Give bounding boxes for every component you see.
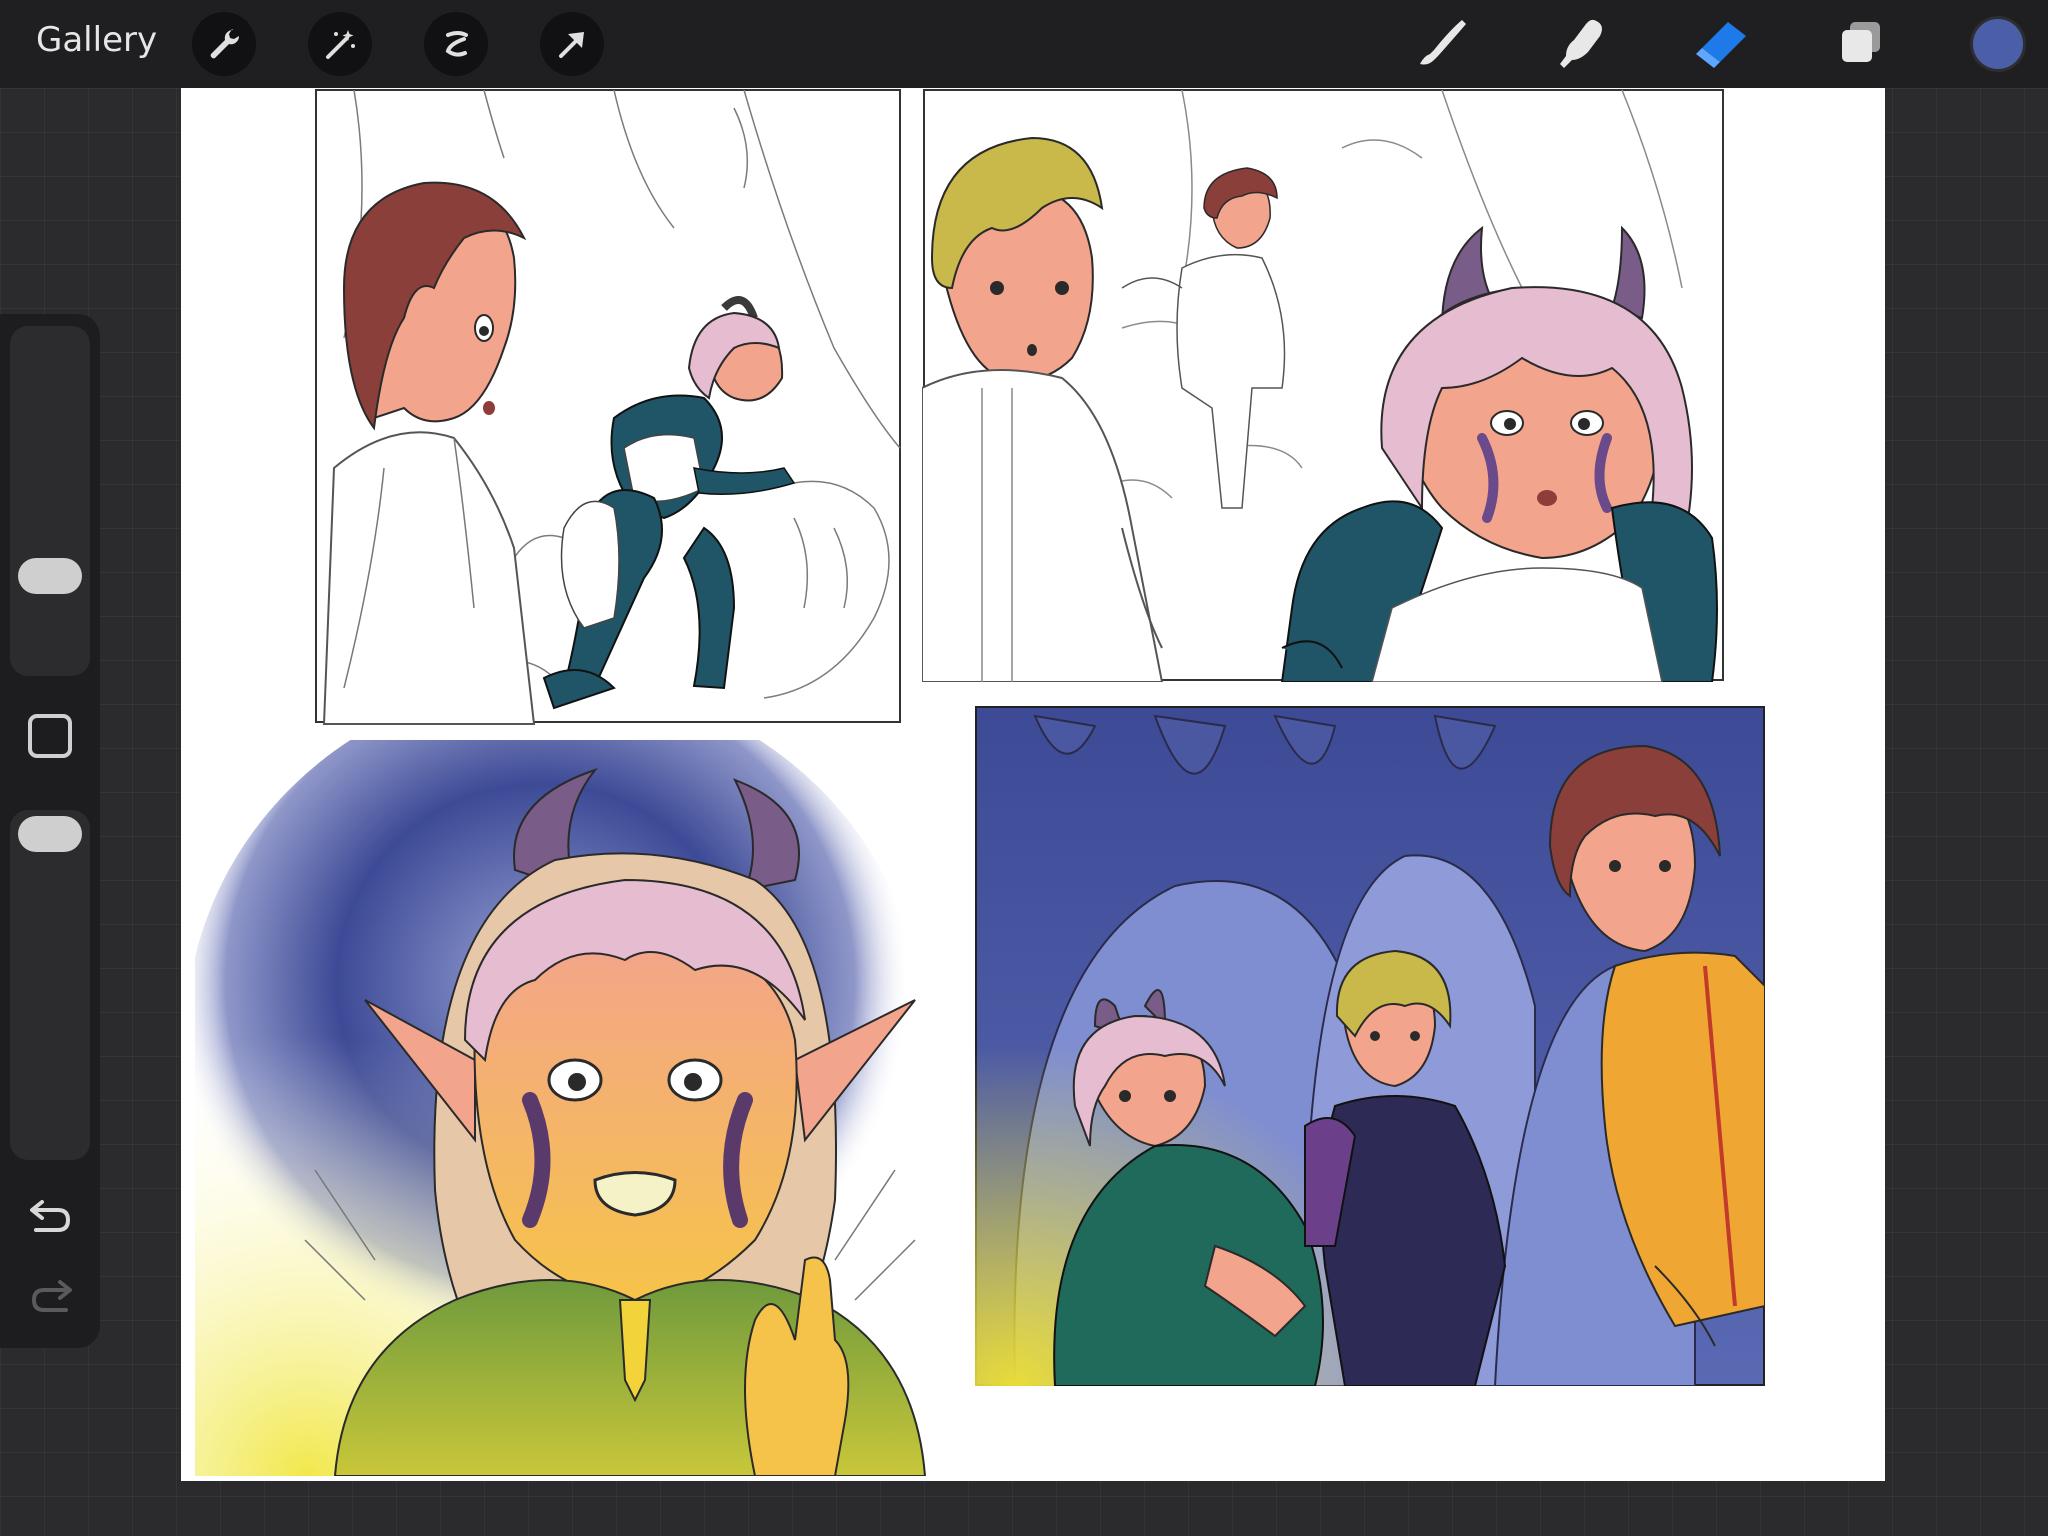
gallery-button[interactable]: Gallery [36,20,157,60]
selection-icon [445,31,468,57]
smudge-icon [1560,19,1602,68]
drawing-canvas[interactable] [181,88,1885,1481]
actions-button[interactable] [192,12,256,76]
panel-4-artwork [975,706,1765,1386]
magic-wand-icon [326,30,355,59]
smudge-tool[interactable] [1548,14,1612,74]
transform-button[interactable] [540,12,604,76]
comic-panel-2 [922,88,1725,682]
layers-icon [1842,22,1880,62]
brush-icon [1420,20,1466,65]
undo-button[interactable] [26,1194,76,1238]
left-sidebar [0,314,100,1348]
undo-icon [30,1200,71,1232]
top-toolbar: Gallery [0,0,2048,88]
panel-2-artwork [922,89,1724,682]
comic-panel-1 [314,88,904,726]
modify-button[interactable] [28,714,72,758]
redo-icon [31,1280,72,1312]
opacity-knob[interactable] [18,816,82,852]
comic-panel-4 [975,706,1765,1386]
selection-button[interactable] [424,12,488,76]
brush-size-slider[interactable] [10,326,90,676]
layers-tool[interactable] [1828,14,1892,74]
panel-3-artwork [195,740,945,1476]
panel-1-artwork [315,89,901,725]
eraser-tool[interactable] [1688,14,1752,74]
adjustments-button[interactable] [308,12,372,76]
opacity-slider[interactable] [10,810,90,1160]
brush-tool[interactable] [1408,14,1472,74]
color-picker-swatch[interactable] [1970,16,2026,72]
transform-arrow-icon [559,32,584,58]
redo-button[interactable] [26,1274,76,1318]
eraser-icon [1696,22,1746,68]
wrench-icon [210,29,240,59]
comic-panel-3 [195,740,945,1476]
brush-size-knob[interactable] [18,558,82,594]
